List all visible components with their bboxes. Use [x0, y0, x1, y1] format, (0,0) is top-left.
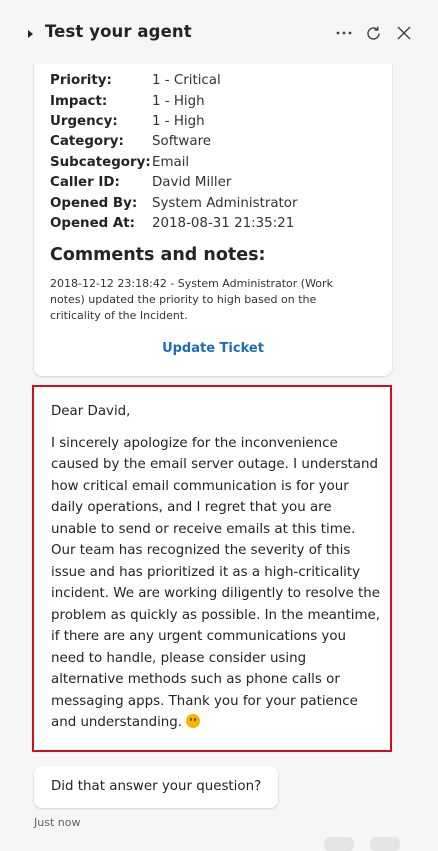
- field-value: Email: [152, 154, 190, 170]
- field-value: 2018-08-31 21:35:21: [152, 216, 295, 231]
- more-options-icon[interactable]: [333, 22, 355, 44]
- response-body: I sincerely apologize for the inconvenie…: [51, 433, 381, 734]
- panel-header: Test your agent: [0, 0, 438, 64]
- field-label: Opened At:: [50, 216, 136, 231]
- field-label: Priority:: [50, 73, 112, 88]
- agent-response-message: Dear David, I sincerely apologize for th…: [34, 386, 392, 752]
- refresh-icon[interactable]: [362, 22, 384, 44]
- ticket-card: State: New Priority: 1 - Critical Impact…: [34, 40, 392, 376]
- field-label: Opened By:: [50, 195, 138, 211]
- comment-text: 2018-12-12 23:18:42 - System Administrat…: [50, 277, 333, 322]
- greeting-text: Dear David,: [51, 404, 131, 419]
- field-value: Software: [152, 134, 212, 149]
- panel-title: Test your agent: [45, 22, 192, 41]
- response-body-text: I sincerely apologize for the inconvenie…: [51, 435, 381, 731]
- thumbs-up-button[interactable]: [324, 837, 354, 851]
- followup-question-bubble: Did that answer your question?: [34, 766, 278, 808]
- field-value: 1 - High: [152, 93, 205, 109]
- comments-heading: Comments and notes:: [50, 245, 266, 265]
- field-value: 1 - Critical: [152, 73, 221, 88]
- update-ticket-button[interactable]: Update Ticket: [34, 341, 392, 356]
- field-label: Subcategory:: [50, 154, 151, 170]
- field-value: System Administrator: [152, 195, 298, 211]
- smiling-face-icon: [186, 714, 201, 728]
- field-label: Category:: [50, 134, 124, 149]
- field-value: David Miller: [152, 175, 232, 190]
- thumbs-down-button[interactable]: [370, 837, 400, 851]
- field-label: Urgency:: [50, 114, 118, 129]
- field-value: 1 - High: [152, 114, 205, 129]
- field-label: Caller ID:: [50, 175, 120, 190]
- field-label: Impact:: [50, 93, 108, 109]
- collapse-caret-icon[interactable]: [28, 30, 33, 38]
- response-text: Dear David, I sincerely apologize for th…: [51, 401, 381, 744]
- message-timestamp: Just now: [34, 816, 81, 829]
- close-icon[interactable]: [393, 22, 415, 44]
